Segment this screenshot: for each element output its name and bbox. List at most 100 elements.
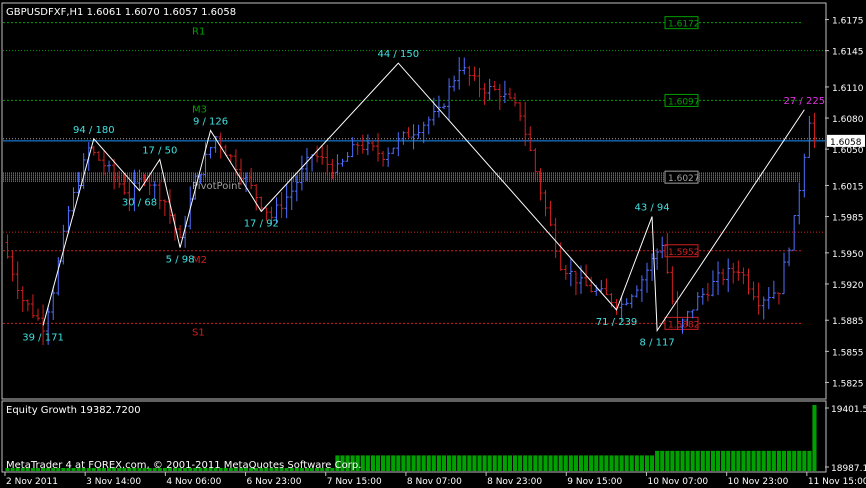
equity-bar [787,450,792,471]
equity-bar [751,450,756,471]
level-name-s1: S1 [192,327,205,338]
equity-bar [797,450,802,471]
equity-bar [599,455,604,471]
zigzag-label: 27 / 225 [784,96,826,107]
metatrader-chart[interactable]: R11.6172M31.6097PivotPoint1.6027M21.5952… [0,0,866,488]
equity-bar [690,450,695,471]
equity-bar [594,455,599,471]
equity-bar [426,455,431,471]
equity-bar [472,455,477,471]
equity-bar [568,455,573,471]
level-name-m3: M3 [192,104,207,115]
price-tick-label: 1.6110 [832,84,864,94]
equity-bar [655,450,660,471]
equity-bar [396,455,401,471]
time-tick-label: 11 Nov 15:00 [808,477,866,487]
equity-bar [462,455,467,471]
price-tick-label: 1.5985 [832,214,864,224]
equity-bar [650,455,655,471]
equity-bar [710,450,715,471]
time-tick-label: 3 Nov 14:00 [86,477,141,487]
equity-bar [634,455,639,471]
equity-bar [792,450,797,471]
chart-title: GBPUSDFXF,H1 1.6061 1.6070 1.6057 1.6058 [6,7,236,18]
time-tick-label: 4 Nov 06:00 [166,477,221,487]
equity-tick-label: 18987.1 [831,464,866,474]
time-tick-label: 2 Nov 2011 [6,477,58,487]
equity-bar [416,455,421,471]
time-tick-label: 6 Nov 23:00 [247,477,302,487]
equity-bar [497,455,502,471]
equity-bar [477,455,482,471]
time-tick-label: 10 Nov 07:00 [647,477,708,487]
equity-bar [665,450,670,471]
equity-bar [584,455,589,471]
equity-bar [513,455,518,471]
level-price-label: 1.5882 [668,320,700,330]
equity-bar [802,450,807,471]
price-tick-label: 1.6080 [832,115,864,125]
price-tick-label: 1.5855 [832,348,864,358]
zigzag-label: 94 / 180 [73,125,115,136]
equity-bar [716,450,721,471]
equity-bar [538,455,543,471]
equity-bar [492,455,497,471]
equity-bar [543,455,548,471]
equity-bar [411,455,416,471]
equity-bar [553,455,558,471]
equity-bar [629,455,634,471]
level-price-label: 1.6097 [668,97,700,107]
equity-bar [589,455,594,471]
equity-bar [578,455,584,471]
price-tick-label: 1.6175 [832,17,864,27]
equity-bar [812,405,817,471]
time-tick-label: 8 Nov 23:00 [487,477,542,487]
equity-bar [502,455,507,471]
equity-bar [680,450,685,471]
equity-bar [406,455,411,471]
equity-bar [365,455,370,471]
equity-bar [436,455,441,471]
equity-bar [685,450,690,471]
level-name-r1: R1 [192,27,205,38]
equity-bar [609,455,614,471]
price-tick-label: 1.6145 [832,48,864,58]
equity-bar [675,450,680,471]
zigzag-label: 8 / 117 [640,338,675,349]
equity-bar [705,450,710,471]
equity-bar [523,455,528,471]
equity-bar [573,455,578,471]
equity-bar [721,450,726,471]
equity-bar [619,455,624,471]
equity-bar [731,450,736,471]
zigzag-label: 30 / 68 [122,198,157,209]
equity-bar [771,450,776,471]
equity-bar [781,450,787,471]
equity-bar [776,450,781,471]
equity-bar [624,455,629,471]
zigzag-label: 9 / 126 [193,116,228,127]
current-price-label: 1.6058 [830,138,862,148]
equity-bar [604,455,609,471]
zigzag-label: 5 / 98 [166,255,195,266]
equity-tick-label: 19401.5 [831,405,866,415]
equity-bar [431,455,436,471]
equity-bar [386,455,391,471]
equity-bar [695,450,700,471]
equity-bar [614,455,619,471]
zigzag-label: 43 / 94 [634,203,669,214]
equity-bar [741,450,746,471]
equity-bar [528,455,533,471]
equity-bar [401,455,406,471]
equity-bar [391,455,396,471]
equity-bar [370,455,375,471]
level-price-label: 1.5952 [668,248,700,258]
time-tick-label: 9 Nov 15:00 [567,477,622,487]
equity-bar [533,455,538,471]
zigzag-label: 44 / 150 [378,49,420,60]
equity-bar [644,455,650,471]
price-tick-label: 1.5825 [832,379,864,389]
equity-bar [558,455,563,471]
equity-bar [548,455,553,471]
zigzag-label: 17 / 92 [244,218,279,229]
